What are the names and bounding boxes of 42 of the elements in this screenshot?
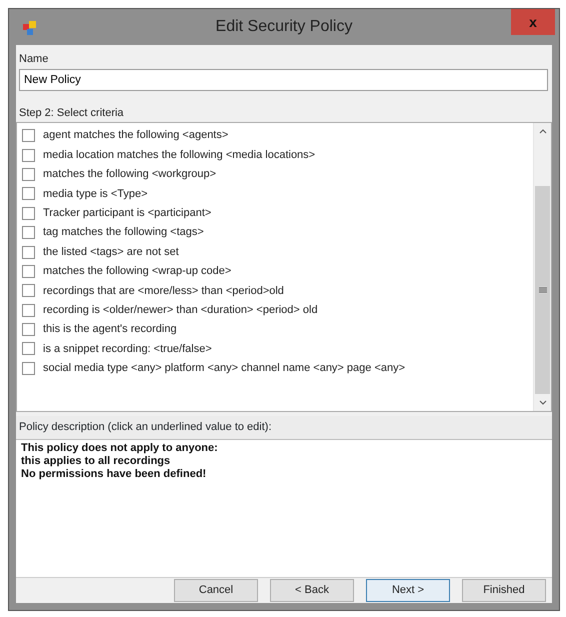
- dialog-button[interactable]: Finished: [462, 578, 546, 602]
- checkbox[interactable]: [22, 304, 35, 317]
- criterion-label: recordings that are <more/less> than <period>old: [43, 284, 284, 299]
- description-line: This policy does not apply to anyone:: [21, 442, 219, 454]
- scrollbar[interactable]: [533, 123, 551, 411]
- name-label: Name: [18, 52, 50, 67]
- criterion-label: tag matches the following <tags>: [43, 225, 204, 240]
- description-label: Policy description (click an underlined value to edit):: [16, 416, 552, 440]
- app-icon: [22, 20, 38, 36]
- checkbox[interactable]: [22, 206, 35, 220]
- description-line: No permissions have been defined!: [21, 468, 208, 480]
- close-button[interactable]: x: [511, 9, 555, 35]
- checkbox[interactable]: [22, 187, 35, 200]
- checkbox[interactable]: [22, 148, 35, 162]
- criterion-label: this is the agent's recording: [43, 322, 177, 338]
- checkbox[interactable]: [22, 362, 35, 375]
- criterion-label: matches the following <wrap-up code>: [43, 264, 232, 280]
- checkbox[interactable]: [22, 264, 35, 278]
- criterion-label: Tracker participant is <participant>: [43, 206, 212, 221]
- checkbox[interactable]: [22, 284, 35, 298]
- name-field[interactable]: New Policy: [19, 68, 548, 90]
- criterion-label: the listed <tags> are not set: [43, 244, 179, 260]
- dialog-button[interactable]: Next >: [366, 578, 450, 602]
- description-line: this applies to all recordings: [21, 454, 172, 468]
- checkbox[interactable]: [22, 323, 35, 336]
- checkbox[interactable]: [22, 226, 35, 240]
- criterion-label: recording is <older/newer> than <duration> <period> old: [43, 302, 318, 318]
- checkbox[interactable]: [22, 168, 35, 181]
- criterion-label: matches the following <workgroup>: [43, 167, 216, 182]
- dialog-button[interactable]: Cancel: [174, 578, 258, 602]
- criterion-label: social media type <any> platform <any> channel name <any> page <any>: [43, 361, 406, 376]
- criterion-label: agent matches the following <agents>: [43, 128, 228, 144]
- criterion-label: media location matches the following <media locations>: [43, 148, 316, 163]
- criteria-label: Step 2: Select criteria: [18, 106, 125, 120]
- dialog-button[interactable]: < Back: [270, 578, 354, 602]
- checkbox[interactable]: [22, 342, 35, 356]
- criterion-label: media type is <Type>: [43, 186, 148, 202]
- checkbox[interactable]: [22, 246, 35, 259]
- criterion-label: is a snippet recording: <true/false>: [43, 342, 212, 357]
- checkbox[interactable]: [22, 129, 35, 142]
- scroll-thumb[interactable]: [535, 186, 550, 394]
- window-title: Edit Security Policy: [216, 17, 352, 37]
